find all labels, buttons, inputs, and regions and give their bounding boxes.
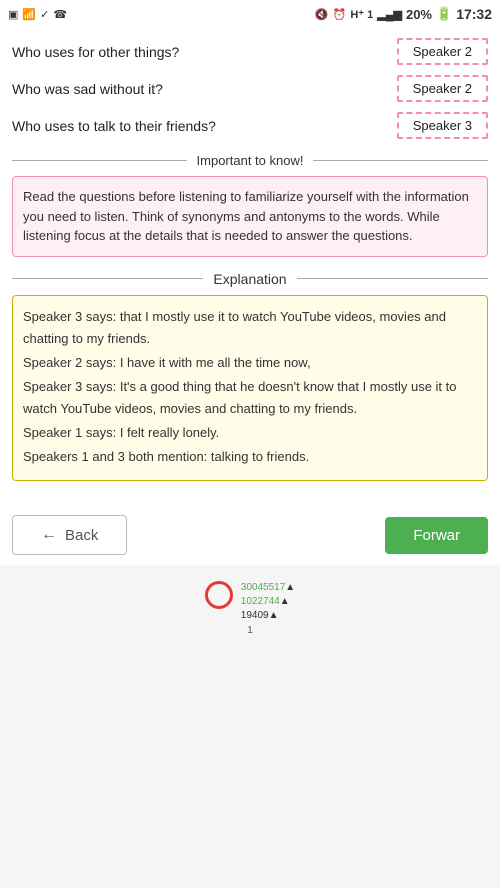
- question-text-2: Who was sad without it?: [12, 81, 393, 97]
- explanation-label: Explanation: [203, 271, 296, 287]
- footer-numbers: 30045517▲ 1022744▲ 19409▲: [241, 581, 295, 623]
- info-text: Read the questions before listening to f…: [23, 189, 469, 243]
- explanation-line-3: Speaker 3 says: It's a good thing that h…: [23, 376, 477, 420]
- question-row-3: Who uses to talk to their friends? Speak…: [12, 112, 488, 139]
- explanation-divider-left: [12, 278, 203, 279]
- back-button[interactable]: ← Back: [12, 515, 127, 555]
- forward-button[interactable]: Forwar: [385, 517, 488, 554]
- important-section: Important to know!: [12, 153, 488, 168]
- explanation-line-2: Speaker 2 says: I have it with me all th…: [23, 352, 477, 374]
- footer-num2: 30045517: [241, 582, 286, 593]
- back-arrow-icon: ←: [41, 526, 57, 544]
- info-box: Read the questions before listening to f…: [12, 176, 488, 257]
- bottom-buttons: ← Back Forwar: [0, 505, 500, 565]
- battery-icon: 🔋: [436, 6, 452, 22]
- signal-bars-icon: ▂▄▆: [377, 8, 402, 21]
- speaker-badge-1: Speaker 2: [397, 38, 488, 65]
- status-bar-left: ▣ 📶 ✓ ☎: [8, 8, 67, 21]
- explanation-box: Speaker 3 says: that I mostly use it to …: [12, 295, 488, 482]
- speaker-badge-3: Speaker 3: [397, 112, 488, 139]
- divider-left: [12, 160, 187, 161]
- check-icon: ✓: [40, 8, 49, 21]
- main-content: Who uses for other things? Speaker 2 Who…: [0, 28, 500, 505]
- explanation-line-5: Speakers 1 and 3 both mention: talking t…: [23, 446, 477, 468]
- mute-icon: 🔇: [315, 8, 329, 21]
- footer-num4: 19409: [241, 610, 269, 621]
- footer-num1: 1: [247, 625, 253, 636]
- status-bar-right: 🔇 ⏰ H⁺ 1 ▂▄▆ 20% 🔋 17:32: [315, 6, 492, 22]
- screen-icon: ▣: [8, 8, 18, 21]
- question-row-2: Who was sad without it? Speaker 2: [12, 75, 488, 102]
- footer-num3: 1022744: [241, 596, 280, 607]
- time-display: 17:32: [456, 6, 492, 22]
- explanation-line-1: Speaker 3 says: that I mostly use it to …: [23, 306, 477, 350]
- footer-row: 30045517▲ 1022744▲ 19409▲: [205, 581, 295, 623]
- speaker-badge-2: Speaker 2: [397, 75, 488, 102]
- battery-percent: 20%: [406, 7, 432, 22]
- explanation-section: Explanation: [12, 271, 488, 287]
- status-bar: ▣ 📶 ✓ ☎ 🔇 ⏰ H⁺ 1 ▂▄▆ 20% 🔋 17:32: [0, 0, 500, 28]
- back-label: Back: [65, 527, 98, 544]
- signal-icon: H⁺ 1: [350, 8, 373, 21]
- question-row-1: Who uses for other things? Speaker 2: [12, 38, 488, 65]
- clock-icon: ⏰: [333, 8, 347, 21]
- footer-circle-icon: [205, 581, 233, 609]
- explanation-line-4: Speaker 1 says: I felt really lonely.: [23, 422, 477, 444]
- forward-label: Forwar: [413, 527, 460, 544]
- phone-icon: ☎: [53, 8, 67, 21]
- important-label: Important to know!: [187, 153, 314, 168]
- divider-right: [313, 160, 488, 161]
- footer-area: 30045517▲ 1022744▲ 19409▲ 1: [0, 565, 500, 646]
- question-text-1: Who uses for other things?: [12, 44, 393, 60]
- explanation-divider-right: [297, 278, 488, 279]
- question-text-3: Who uses to talk to their friends?: [12, 118, 393, 134]
- wifi-icon: 📶: [22, 8, 36, 21]
